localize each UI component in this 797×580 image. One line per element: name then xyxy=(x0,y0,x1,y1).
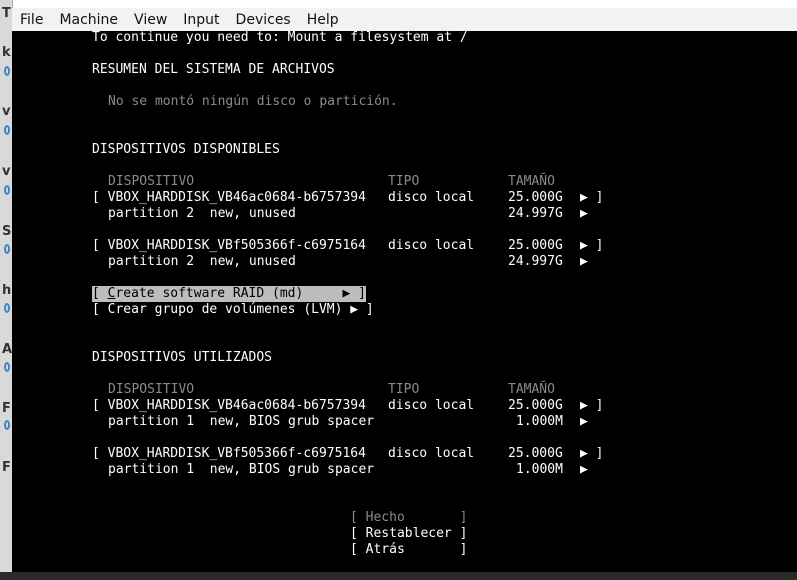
menu-input[interactable]: Input xyxy=(175,12,227,28)
disk-menu-arrow-icon[interactable]: ▶ ] xyxy=(580,190,603,206)
back-button[interactable]: [ Atrás ] xyxy=(350,542,467,558)
strip-letter: A xyxy=(2,342,13,357)
available-disk-row[interactable]: [ VBOX_HARDDISK_VB46ac0684-b6757394 xyxy=(92,190,366,206)
create-raid-prefix: [ xyxy=(92,286,108,301)
menu-view[interactable]: View xyxy=(126,12,175,28)
partition-arrow-icon[interactable]: ▶ xyxy=(580,254,588,270)
disk-type: disco local xyxy=(388,190,475,205)
disk-menu-arrow-icon[interactable]: ▶ ] xyxy=(580,238,603,254)
partition-arrow-icon[interactable]: ▶ xyxy=(580,462,588,478)
partition-arrow-icon[interactable]: ▶ xyxy=(580,414,588,430)
menu-machine[interactable]: Machine xyxy=(51,12,126,28)
strip-letter: F xyxy=(2,460,11,475)
radio-icon xyxy=(4,420,10,430)
partition-arrow-icon[interactable]: ▶ xyxy=(580,206,588,222)
radio-icon xyxy=(4,303,10,313)
partition-size: 1.000M xyxy=(516,414,563,429)
done-button[interactable]: [ Hecho ] xyxy=(350,510,467,526)
disk-size: 25.000G xyxy=(508,446,563,461)
no-mount-message: No se montó ningún disco o partición. xyxy=(108,94,398,109)
used-disk-row[interactable]: [ VBOX_HARDDISK_VB46ac0684-b6757394 xyxy=(92,398,366,414)
disk-menu-arrow-icon[interactable]: ▶ ] xyxy=(580,446,603,462)
strip-letter: v xyxy=(2,164,11,179)
radio-icon xyxy=(4,125,10,135)
disk-size: 25.000G xyxy=(508,190,563,205)
used-devices-title: DISPOSITIVOS UTILIZADOS xyxy=(92,350,273,365)
vm-screen[interactable]: To continue you need to: Mount a filesys… xyxy=(12,30,797,572)
continue-message: To continue you need to: Mount a filesys… xyxy=(92,30,468,45)
partition-row[interactable]: partition 2 new, unused xyxy=(108,254,296,270)
used-disk-row[interactable]: [ VBOX_HARDDISK_VBf505366f-c6975164 xyxy=(92,446,366,462)
reset-button[interactable]: [ Restablecer ] xyxy=(350,526,467,542)
strip-letter: T xyxy=(2,6,11,21)
strip-letter: F xyxy=(2,401,11,416)
fs-summary-title: RESUMEN DEL SISTEMA DE ARCHIVOS xyxy=(92,62,335,77)
partition-row[interactable]: partition 1 new, BIOS grub spacer xyxy=(108,462,374,478)
partition-size: 1.000M xyxy=(516,462,563,477)
col-header-device: DISPOSITIVO xyxy=(108,382,195,397)
strip-letter: k xyxy=(2,45,11,60)
strip-letter: v xyxy=(2,104,11,119)
partition-row[interactable]: partition 2 new, unused xyxy=(108,206,296,222)
radio-icon xyxy=(4,362,10,372)
radio-icon xyxy=(4,244,10,254)
strip-letter: S xyxy=(2,224,12,239)
create-raid-label: reate software RAID (md) ▶ ] xyxy=(115,286,366,301)
strip-letter: h xyxy=(2,283,12,298)
menu-file[interactable]: File xyxy=(12,12,51,28)
col-header-device: DISPOSITIVO xyxy=(108,174,195,189)
col-header-type: TIPO xyxy=(388,174,420,189)
col-header-size: TAMAÑO xyxy=(508,382,555,397)
partition-size: 24.997G xyxy=(508,254,563,269)
disk-type: disco local xyxy=(388,398,475,413)
create-raid-button[interactable]: [ Create software RAID (md) ▶ ] xyxy=(92,286,366,302)
partition-size: 24.997G xyxy=(508,206,563,221)
disk-type: disco local xyxy=(388,446,475,461)
disk-size: 25.000G xyxy=(508,398,563,413)
partition-row[interactable]: partition 1 new, BIOS grub spacer xyxy=(108,414,374,430)
radio-icon xyxy=(4,185,10,195)
col-header-size: TAMAÑO xyxy=(508,174,555,189)
available-disk-row[interactable]: [ VBOX_HARDDISK_VBf505366f-c6975164 xyxy=(92,238,366,254)
disk-type: disco local xyxy=(388,238,475,253)
vm-menubar: File Machine View Input Devices Help xyxy=(12,8,797,32)
disk-menu-arrow-icon[interactable]: ▶ ] xyxy=(580,398,603,414)
available-devices-title: DISPOSITIVOS DISPONIBLES xyxy=(92,142,280,157)
radio-icon xyxy=(4,66,10,76)
menu-devices[interactable]: Devices xyxy=(228,12,299,28)
menu-help[interactable]: Help xyxy=(299,12,347,28)
create-lvm-button[interactable]: [ Crear grupo de volúmenes (LVM) ▶ ] xyxy=(92,302,374,318)
col-header-type: TIPO xyxy=(388,382,420,397)
disk-size: 25.000G xyxy=(508,238,563,253)
vm-statusbar xyxy=(0,572,797,580)
window-top-edge xyxy=(12,0,797,8)
